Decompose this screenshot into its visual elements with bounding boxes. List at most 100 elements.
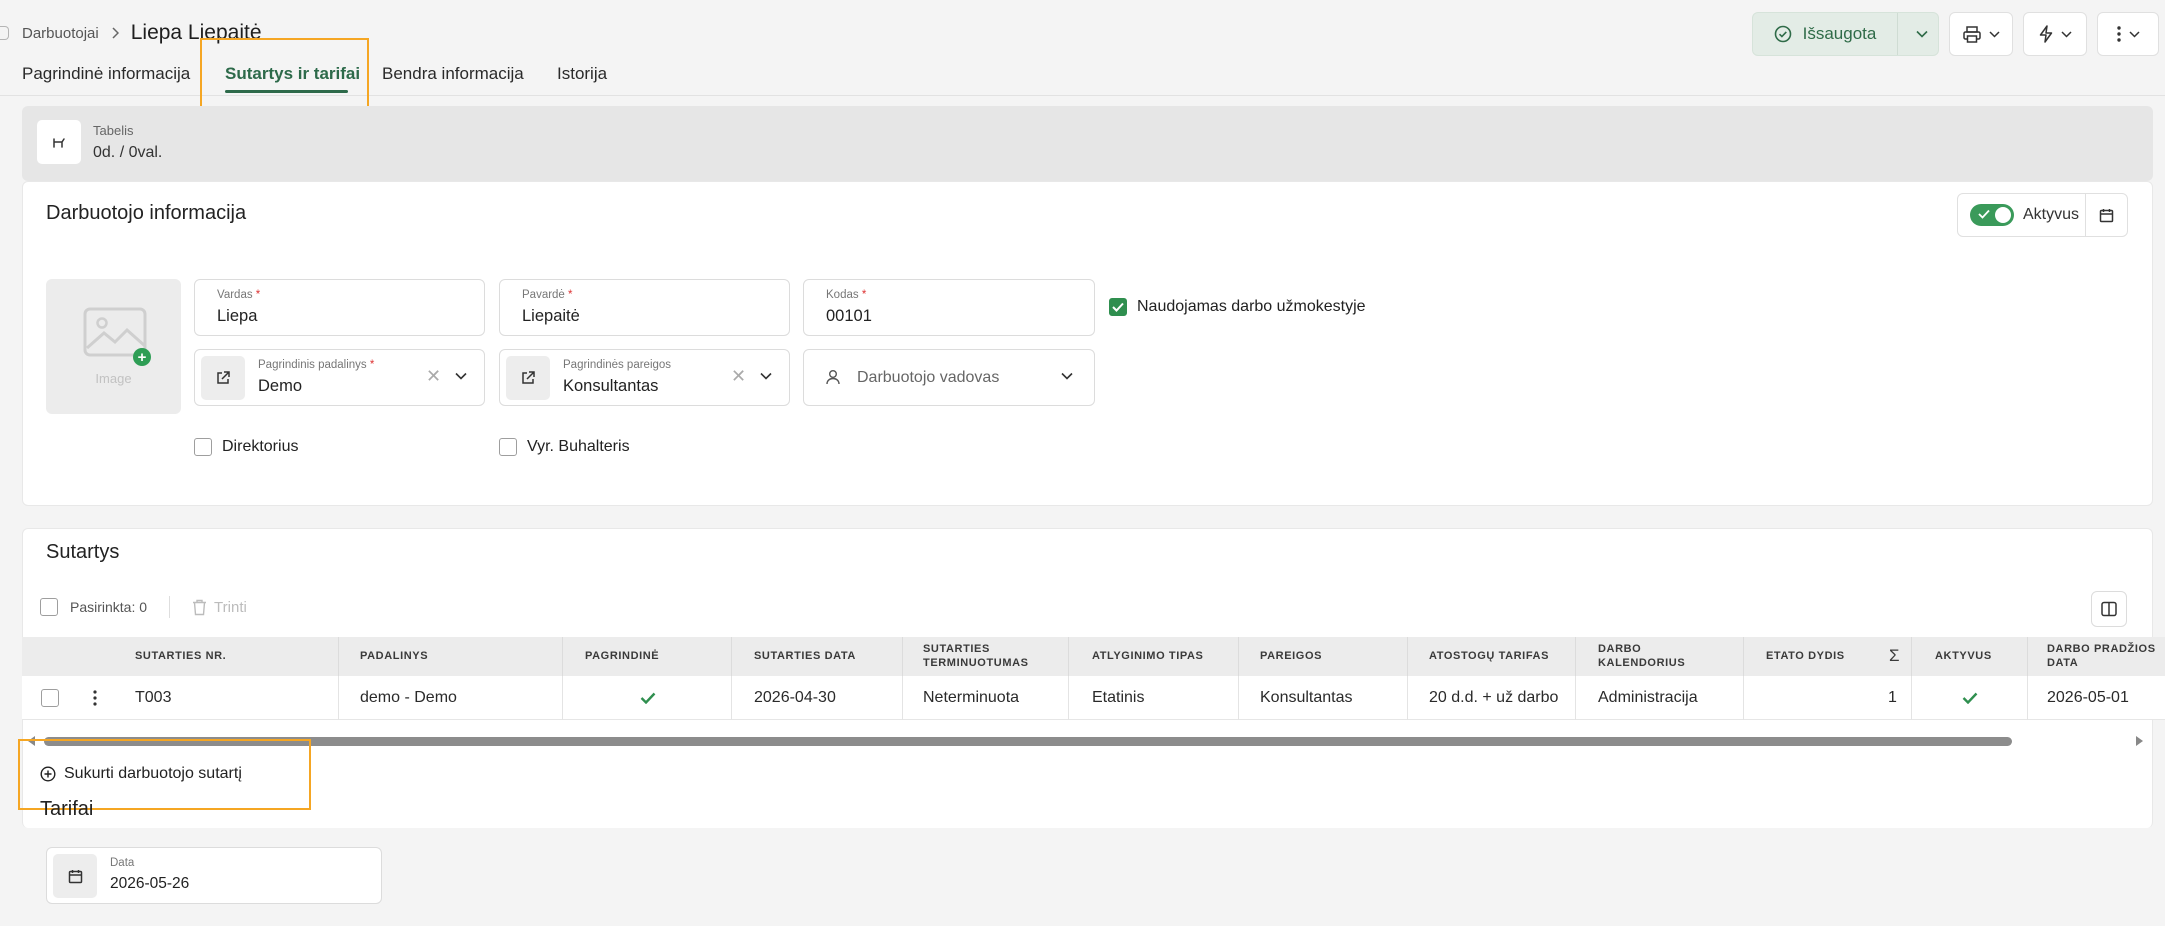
chevron-down-icon[interactable] — [455, 372, 467, 380]
active-toggle[interactable]: Aktyvus — [1958, 194, 2086, 236]
lightning-icon — [2039, 25, 2053, 43]
contracts-table-header: Sutarties nr. Padalinys Pagrindinė Sutar… — [22, 637, 2165, 676]
tariff-date-field[interactable]: Data 2026-05-26 — [46, 847, 382, 904]
last-name-value: Liepaitė — [522, 307, 580, 325]
cell-work-calendar: Administracija — [1598, 689, 1698, 706]
more-vertical-icon — [2116, 26, 2121, 42]
chevron-down-icon — [2060, 30, 2072, 38]
first-name-field[interactable]: Vardas * Liepa — [194, 279, 485, 336]
delete-label: Trinti — [214, 598, 247, 616]
col-contract-term[interactable]: Sutarties terminuotumas — [923, 637, 1043, 676]
printer-icon — [1962, 25, 1981, 43]
actions-button[interactable] — [2023, 12, 2087, 56]
row-checkbox[interactable] — [41, 689, 59, 707]
department-label: Pagrindinis padalinys — [258, 359, 367, 371]
toggle-switch[interactable] — [1970, 204, 2014, 226]
columns-toggle-button[interactable] — [2091, 591, 2127, 627]
external-link-icon[interactable] — [506, 356, 550, 400]
breadcrumb-parent-link[interactable]: Darbuotojai — [22, 25, 99, 42]
manager-select[interactable]: Darbuotojo vadovas — [803, 349, 1095, 406]
code-field[interactable]: Kodas * 00101 — [803, 279, 1095, 336]
saved-main[interactable]: Išsaugota — [1753, 13, 1898, 55]
code-label: Kodas — [826, 289, 859, 301]
saved-label: Išsaugota — [1802, 24, 1877, 43]
active-tab-indicator — [225, 90, 348, 93]
col-vacation-rate[interactable]: Atostogų tarifas — [1429, 637, 1549, 676]
more-button[interactable] — [2097, 12, 2159, 56]
chevron-down-icon — [1988, 30, 2000, 38]
breadcrumb: Darbuotojai Liepa Liepaitė — [0, 20, 262, 46]
director-label: Direktorius — [222, 438, 299, 455]
chief-accountant-checkbox-row[interactable]: Vyr. Buhalteris — [499, 438, 630, 456]
chevron-down-icon[interactable] — [1906, 30, 1938, 38]
col-salary-type[interactable]: Atlyginimo tipas — [1092, 637, 1203, 676]
sum-icon: Σ — [1889, 646, 1901, 666]
select-checkbox[interactable] — [0, 26, 9, 40]
delete-button[interactable]: Trinti — [192, 599, 247, 616]
col-work-calendar[interactable]: Darbo kalendorius — [1598, 637, 1708, 676]
tab-history[interactable]: Istorija — [557, 64, 607, 84]
saved-status-button[interactable]: Išsaugota — [1752, 12, 1939, 56]
select-all-checkbox[interactable] — [40, 598, 58, 616]
director-checkbox[interactable] — [194, 438, 212, 456]
columns-icon — [2101, 601, 2117, 617]
chevron-down-icon[interactable] — [760, 372, 772, 380]
first-name-label: Vardas — [217, 289, 253, 301]
clear-icon[interactable]: ✕ — [731, 366, 746, 387]
user-icon — [826, 369, 840, 385]
first-name-value: Liepa — [217, 307, 258, 325]
department-select[interactable]: Pagrindinis padalinys * Demo ✕ — [194, 349, 485, 406]
cell-vacation-rate: 20 d.d. + už darbo — [1429, 689, 1559, 706]
employee-image-placeholder[interactable]: + Image — [46, 279, 181, 414]
create-contract-button[interactable]: Sukurti darbuotojo sutartį — [40, 765, 242, 783]
col-position[interactable]: Pareigos — [1260, 637, 1322, 676]
chevron-down-icon[interactable] — [1061, 372, 1073, 380]
last-name-field[interactable]: Pavardė * Liepaitė — [499, 279, 790, 336]
calendar-icon[interactable] — [53, 854, 97, 898]
row-menu-icon[interactable] — [93, 690, 97, 706]
tab-general-info[interactable]: Bendra informacija — [382, 64, 524, 84]
col-contract-number[interactable]: Sutarties nr. — [135, 637, 226, 676]
print-button[interactable] — [1949, 12, 2013, 56]
check-icon — [640, 676, 656, 720]
timesheet-icon[interactable] — [37, 120, 81, 164]
col-department[interactable]: Padalinys — [360, 637, 428, 676]
external-link-icon[interactable] — [201, 356, 245, 400]
col-main[interactable]: Pagrindinė — [585, 637, 659, 676]
plus-circle-icon — [40, 766, 56, 782]
chief-accountant-checkbox[interactable] — [499, 438, 517, 456]
table-row[interactable]: T003 demo - Demo 2026-04-30 Neterminuota… — [22, 676, 2165, 720]
cell-contract-number[interactable]: T003 — [135, 676, 171, 720]
payroll-checkbox-row[interactable]: Naudojamas darbo užmokestyje — [1109, 298, 1366, 316]
contracts-toolbar: Pasirinkta: 0 Trinti — [40, 596, 247, 618]
add-image-icon[interactable]: + — [133, 348, 151, 366]
tariffs-title: Tarifai — [40, 798, 94, 820]
tab-main-info[interactable]: Pagrindinė informacija — [22, 64, 190, 84]
create-contract-label: Sukurti darbuotojo sutartį — [64, 765, 242, 782]
horizontal-scrollbar[interactable] — [22, 733, 2143, 749]
scrollbar-thumb[interactable] — [44, 737, 2012, 746]
col-contract-date[interactable]: Sutarties data — [754, 637, 856, 676]
page-title: Liepa Liepaitė — [130, 21, 262, 44]
cell-start-date: 2026-05-01 — [2047, 689, 2129, 706]
cell-position: Konsultantas — [1260, 689, 1353, 706]
director-checkbox-row[interactable]: Direktorius — [194, 438, 298, 456]
scroll-right-icon[interactable] — [2135, 736, 2143, 746]
employee-info-card — [22, 181, 2153, 506]
tariff-date-label: Data — [110, 857, 135, 869]
payroll-checkbox[interactable] — [1109, 298, 1127, 316]
clear-icon[interactable]: ✕ — [426, 366, 441, 387]
col-start-date[interactable]: Darbo pradžios data — [2047, 637, 2157, 676]
tabelis-panel: Tabelis 0d. / 0val. — [22, 106, 2153, 181]
position-select[interactable]: Pagrindinės pareigos Konsultantas ✕ — [499, 349, 790, 406]
cell-rate: 1 — [1888, 689, 1897, 706]
calendar-icon[interactable] — [2086, 208, 2127, 223]
col-active[interactable]: Aktyvus — [1935, 637, 1992, 676]
cell-contract-term: Neterminuota — [923, 689, 1020, 706]
manager-placeholder: Darbuotojo vadovas — [857, 369, 1000, 386]
position-label: Pagrindinės pareigos — [563, 359, 672, 371]
tab-contracts-tariffs[interactable]: Sutartys ir tarifai — [225, 64, 360, 84]
scroll-left-icon[interactable] — [28, 736, 36, 746]
cell-department: demo - Demo — [360, 689, 457, 706]
col-rate[interactable]: Etato dydis — [1766, 637, 1845, 676]
